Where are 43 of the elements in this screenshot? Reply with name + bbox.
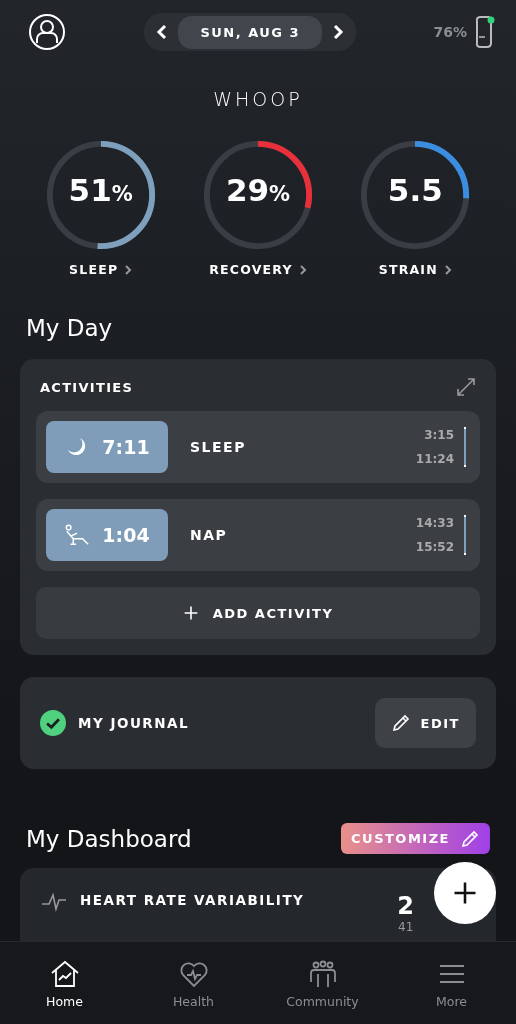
pulse-icon (40, 892, 68, 912)
hrv-average: 41 (398, 920, 414, 934)
activity-row[interactable]: 7:11 SLEEP 3:15 11:24 (36, 411, 480, 483)
section-title: My Day (26, 315, 114, 341)
pencil-icon (460, 828, 480, 849)
add-activity-button[interactable]: ADD ACTIVITY (36, 587, 480, 639)
duration-pill: 7:11 (46, 421, 168, 473)
profile-icon[interactable] (27, 12, 67, 52)
nav-tab[interactable]: Home (0, 942, 129, 1024)
pencil-icon (390, 713, 411, 733)
nav-tab[interactable]: Community (258, 942, 387, 1024)
nav-tab[interactable]: Health (129, 942, 258, 1024)
hrv-card[interactable]: HEART RATE VARIABILITY 2 41 (20, 868, 496, 941)
chevron-right-icon (124, 263, 133, 276)
activity-name: SLEEP (190, 439, 247, 455)
score-link[interactable]: STRAIN (378, 262, 452, 277)
score-link[interactable]: RECOVERY (209, 262, 307, 277)
reclining-person-icon (64, 523, 91, 547)
end-time: 15:52 (415, 540, 454, 554)
battery-level: 76% (433, 24, 467, 40)
end-time: 11:24 (415, 452, 454, 466)
section-title: My Dashboard (26, 825, 192, 852)
score-link[interactable]: SLEEP (69, 262, 133, 277)
chevron-right-icon (443, 263, 452, 276)
date-button[interactable]: SUN, AUG 3 (178, 15, 323, 49)
plus-icon (182, 605, 199, 621)
hrv-value: 2 (397, 892, 414, 920)
journal-label: MY JOURNAL (78, 715, 191, 731)
start-time: 3:15 (424, 428, 454, 442)
score-value: 51% (68, 172, 133, 208)
card-title: ACTIVITIES (40, 379, 134, 395)
card-title: HEART RATE VARIABILITY (80, 892, 306, 908)
nav-tab[interactable]: More (387, 942, 516, 1024)
score-value: 29% (225, 172, 291, 208)
logo: WHOOP (212, 88, 304, 110)
start-time: 14:33 (415, 516, 454, 530)
duration-pill: 1:04 (46, 509, 168, 561)
expand-icon[interactable] (456, 377, 476, 397)
edit-button[interactable]: EDIT (374, 698, 476, 748)
score-value: 5.5 (387, 172, 443, 208)
activity-row[interactable]: 1:04 NAP 14:33 15:52 (36, 499, 480, 571)
chevron-right-icon (298, 263, 307, 276)
activity-name: NAP (190, 527, 229, 543)
